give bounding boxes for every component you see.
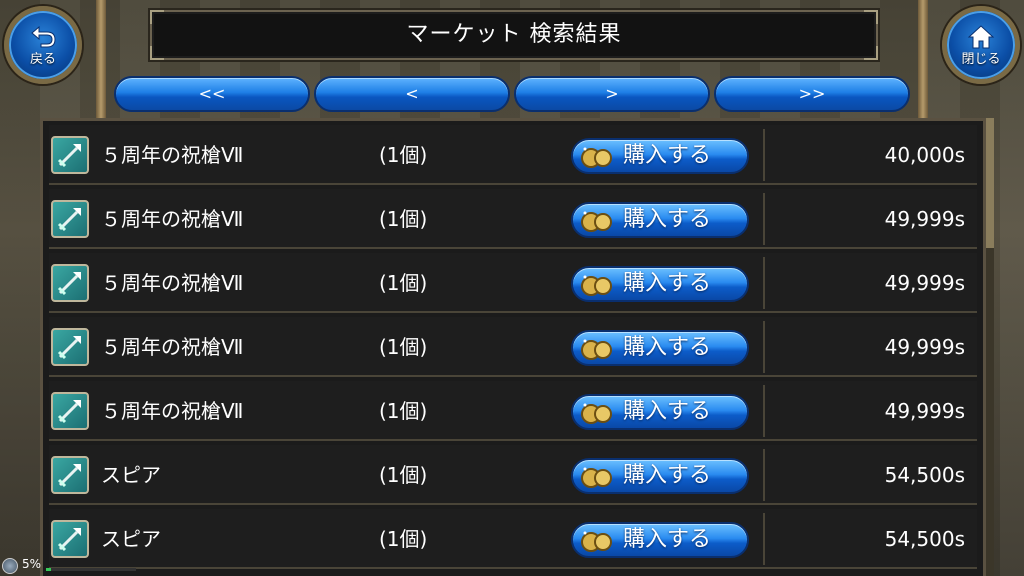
spear-icon xyxy=(51,520,89,558)
item-name: ５周年の祝槍Ⅶ xyxy=(101,207,244,231)
item-price: 49,999s xyxy=(884,399,965,423)
item-quantity: (1個) xyxy=(379,271,428,295)
back-button[interactable]: 戻る xyxy=(4,6,82,84)
list-item: ５周年の祝槍Ⅶ (1個) 購入する 49,999s xyxy=(49,253,977,313)
buy-button[interactable]: 購入する xyxy=(571,138,749,174)
home-icon xyxy=(967,25,995,49)
divider xyxy=(763,129,765,181)
item-price: 54,500s xyxy=(884,463,965,487)
divider xyxy=(763,321,765,373)
spear-icon xyxy=(51,456,89,494)
item-name: ５周年の祝槍Ⅶ xyxy=(101,271,244,295)
coins-icon xyxy=(581,467,612,488)
coins-icon xyxy=(581,339,612,360)
percent-label: 5% xyxy=(22,557,42,571)
coins-icon xyxy=(581,211,612,232)
coins-icon xyxy=(581,275,612,296)
spear-icon xyxy=(51,136,89,174)
prev-page-button[interactable]: < xyxy=(314,76,510,112)
item-name: ５周年の祝槍Ⅶ xyxy=(101,399,244,423)
close-button[interactable]: 閉じる xyxy=(942,6,1020,84)
list-item: ５周年の祝槍Ⅶ (1個) 購入する 49,999s xyxy=(49,189,977,249)
first-page-button[interactable]: << xyxy=(114,76,310,112)
spear-icon xyxy=(51,328,89,366)
list-item: ５周年の祝槍Ⅶ (1個) 購入する 49,999s xyxy=(49,381,977,441)
list-item: スピア (1個) 購入する 54,500s xyxy=(49,509,977,569)
result-list: ５周年の祝槍Ⅶ (1個) 購入する 40,000s ５周年の祝槍Ⅶ (1個) 購… xyxy=(40,118,986,576)
buy-button[interactable]: 購入する xyxy=(571,458,749,494)
buy-label: 購入する xyxy=(623,527,712,552)
buy-label: 購入する xyxy=(623,463,712,488)
divider xyxy=(763,257,765,309)
last-page-button[interactable]: >> xyxy=(714,76,910,112)
item-quantity: (1個) xyxy=(379,143,428,167)
page-title: マーケット 検索結果 xyxy=(406,22,622,47)
list-item: ５周年の祝槍Ⅶ (1個) 購入する 40,000s xyxy=(49,125,977,185)
buy-button[interactable]: 購入する xyxy=(571,394,749,430)
scrollbar[interactable] xyxy=(986,118,994,576)
buy-button[interactable]: 購入する xyxy=(571,266,749,302)
buy-label: 購入する xyxy=(623,399,712,424)
item-quantity: (1個) xyxy=(379,463,428,487)
gauge-icon xyxy=(2,558,18,574)
item-quantity: (1個) xyxy=(379,399,428,423)
next-page-button[interactable]: > xyxy=(514,76,710,112)
buy-label: 購入する xyxy=(623,271,712,296)
item-price: 49,999s xyxy=(884,207,965,231)
coins-icon xyxy=(581,531,612,552)
item-price: 49,999s xyxy=(884,335,965,359)
item-quantity: (1個) xyxy=(379,335,428,359)
divider xyxy=(763,385,765,437)
back-arrow-icon xyxy=(31,25,56,48)
divider xyxy=(763,513,765,565)
buy-button[interactable]: 購入する xyxy=(571,522,749,558)
buy-button[interactable]: 購入する xyxy=(571,202,749,238)
coins-icon xyxy=(581,147,612,168)
list-item: ５周年の祝槍Ⅶ (1個) 購入する 49,999s xyxy=(49,317,977,377)
spear-icon xyxy=(51,200,89,238)
progress-fill xyxy=(46,568,51,571)
header-bar: マーケット 検索結果 xyxy=(150,10,878,60)
back-label: 戻る xyxy=(29,52,56,67)
item-name: スピア xyxy=(101,463,161,487)
progress-bar xyxy=(46,568,136,571)
buy-label: 購入する xyxy=(623,207,712,232)
close-label: 閉じる xyxy=(961,52,1001,67)
buy-label: 購入する xyxy=(623,335,712,360)
divider xyxy=(763,193,765,245)
list-item: スピア (1個) 購入する 54,500s xyxy=(49,445,977,505)
divider xyxy=(763,449,765,501)
loading-status: 5% xyxy=(0,556,140,576)
buy-label: 購入する xyxy=(623,143,712,168)
coins-icon xyxy=(581,403,612,424)
item-price: 49,999s xyxy=(884,271,965,295)
spear-icon xyxy=(51,264,89,302)
scrollbar-thumb[interactable] xyxy=(986,118,994,248)
item-price: 54,500s xyxy=(884,527,965,551)
item-quantity: (1個) xyxy=(379,207,428,231)
item-price: 40,000s xyxy=(884,143,965,167)
item-name: ５周年の祝槍Ⅶ xyxy=(101,143,244,167)
spear-icon xyxy=(51,392,89,430)
item-quantity: (1個) xyxy=(379,527,428,551)
buy-button[interactable]: 購入する xyxy=(571,330,749,366)
item-name: ５周年の祝槍Ⅶ xyxy=(101,335,244,359)
